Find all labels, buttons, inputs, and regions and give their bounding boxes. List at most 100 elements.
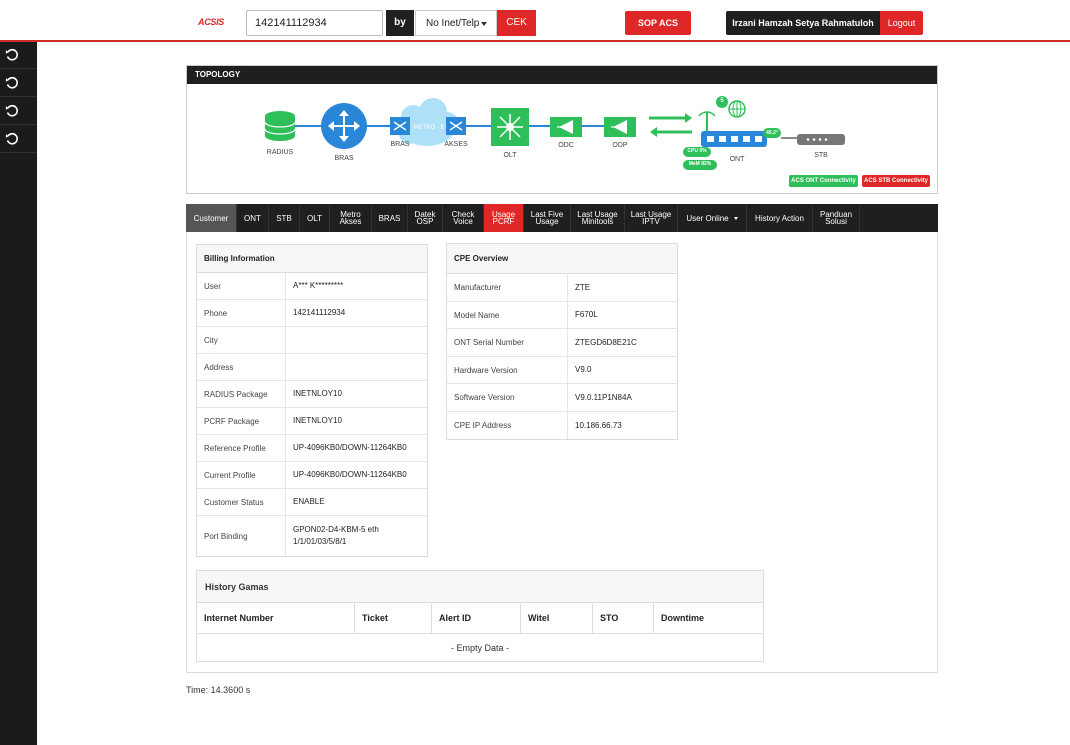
tab-user-online[interactable]: User Online <box>678 204 747 232</box>
stb-icon[interactable] <box>797 134 845 145</box>
tab-olt[interactable]: OLT <box>300 204 330 232</box>
ont-memory: MeM 82% <box>688 161 712 167</box>
node-label-akses: AKSES <box>444 141 468 148</box>
tab-label: User Online <box>686 213 729 223</box>
node-label-radius: RADIUS <box>266 149 294 156</box>
left-sidebar <box>0 42 37 745</box>
row-value <box>286 354 293 380</box>
refresh-icon <box>5 48 18 61</box>
node-label-olt: OLT <box>503 152 517 159</box>
topology-panel: TOPOLOGY RADIUS BRAS BRAS METRO - E AKSE… <box>186 65 938 194</box>
tab-bras[interactable]: BRAS <box>372 204 408 232</box>
search-type-value: No Inet/Telp <box>426 18 480 29</box>
row-key: CPE IP Address <box>447 412 568 439</box>
row-value: GPON02-D4-KBM-5 eth 1/1/01/03/5/8/1 <box>293 525 379 546</box>
row-key: Hardware Version <box>447 357 568 383</box>
row-key: Customer Status <box>197 489 286 515</box>
refresh-button-1[interactable] <box>0 42 37 69</box>
row-value: A*** K********* <box>293 281 344 290</box>
table-row: Address <box>197 354 427 381</box>
bras-switch-icon[interactable] <box>390 117 410 135</box>
history-header-row: Internet Number Ticket Alert ID Witel ST… <box>197 603 763 634</box>
tab-customer[interactable]: Customer <box>186 204 237 232</box>
tab-panduan-solusi[interactable]: Panduan Solusi <box>813 204 860 232</box>
table-row: Model Name F670L <box>447 302 677 329</box>
tab-label-line2: Solusi <box>825 217 847 226</box>
row-key: User <box>197 273 286 299</box>
cpe-overview-table: CPE Overview Manufacturer ZTE Model Name F… <box>446 243 678 440</box>
app-logo[interactable]: ACSIS <box>198 17 224 27</box>
billing-information-table: Billing Information User A*** K********* … <box>196 244 428 557</box>
node-label-bras: BRAS <box>334 155 354 162</box>
history-gamas-table: History Gamas Internet Number Ticket Ale… <box>196 570 764 662</box>
tab-metro-akses[interactable]: Metro Akses <box>330 204 372 232</box>
top-header: ACSIS by No Inet/Telp CEK SOP ACS Irzani… <box>0 0 1070 42</box>
odp-icon[interactable] <box>604 117 636 137</box>
tab-ont[interactable]: ONT <box>237 204 269 232</box>
tab-bar: Customer ONT STB OLT Metro Akses BRAS Dat… <box>186 204 938 232</box>
acs-stb-connectivity-badge[interactable]: ACS STB Connectivity <box>862 175 930 187</box>
logout-button[interactable]: Logout <box>880 11 923 35</box>
row-value: INETNLOY10 <box>293 389 342 398</box>
table-row: User A*** K********* <box>197 273 427 300</box>
refresh-button-3[interactable] <box>0 98 37 125</box>
table-row: RADIUS Package INETNLOY10 <box>197 381 427 408</box>
row-value <box>286 327 293 353</box>
akses-switch-icon[interactable] <box>446 117 466 135</box>
sop-acs-button[interactable]: SOP ACS <box>625 11 691 35</box>
radius-icon[interactable] <box>264 111 296 141</box>
row-key: Software Version <box>447 384 568 411</box>
table-row: Customer Status ENABLE <box>197 489 427 516</box>
column-header[interactable]: Downtime <box>654 603 763 634</box>
tab-datek-osp[interactable]: Datek OSP <box>408 204 443 232</box>
column-header[interactable]: Internet Number <box>197 603 355 634</box>
search-input[interactable] <box>246 10 383 36</box>
row-key: Reference Profile <box>197 435 286 461</box>
cek-button[interactable]: CEK <box>497 10 536 36</box>
refresh-icon <box>5 132 18 145</box>
bras-router-icon[interactable] <box>321 103 367 149</box>
tab-usage-pcrf[interactable]: Usage PCRF <box>484 204 524 232</box>
refresh-icon <box>5 76 18 89</box>
ont-cpu: CPU 9% <box>687 148 707 154</box>
ont-temperature: 45.2° <box>766 130 778 136</box>
refresh-button-4[interactable] <box>0 126 37 153</box>
column-header[interactable]: Alert ID <box>432 603 521 634</box>
column-header[interactable]: STO <box>593 603 654 634</box>
search-type-select[interactable]: No Inet/Telp <box>415 10 497 36</box>
table-row: ONT Serial Number ZTEGD6D8E21C <box>447 329 677 357</box>
sync-arrows-icon <box>649 113 692 137</box>
row-key: Current Profile <box>197 462 286 488</box>
tab-stb[interactable]: STB <box>269 204 300 232</box>
table-row: Manufacturer ZTE <box>447 274 677 302</box>
row-key: City <box>197 327 286 353</box>
refresh-icon <box>5 104 18 117</box>
tab-label-line2: IPTV <box>642 217 660 226</box>
tab-check-voice[interactable]: Check Voice <box>443 204 484 232</box>
row-key: Address <box>197 354 286 380</box>
by-label: by <box>386 10 414 36</box>
row-value: F670L <box>575 310 598 319</box>
tab-last-five-usage[interactable]: Last Five Usage <box>524 204 571 232</box>
tab-last-usage-minitools[interactable]: Last Usage Minitools <box>571 204 625 232</box>
node-label-stb: STB <box>814 152 828 159</box>
tab-last-usage-iptv[interactable]: Last Usage IPTV <box>625 204 678 232</box>
chevron-down-icon <box>733 216 738 220</box>
table-row: Port Binding GPON02-D4-KBM-5 eth 1/1/01/0… <box>197 516 427 556</box>
table-row: CPE IP Address 10.186.66.73 <box>447 412 677 439</box>
olt-icon[interactable] <box>491 108 529 146</box>
tab-label-line2: PCRF <box>492 217 515 226</box>
column-header[interactable]: Ticket <box>355 603 432 634</box>
refresh-button-2[interactable] <box>0 70 37 97</box>
table-row: PCRF Package INETNLOY10 <box>197 408 427 435</box>
odc-icon[interactable] <box>550 117 582 137</box>
tab-history-action[interactable]: History Action <box>747 204 813 232</box>
history-title: History Gamas <box>197 571 763 603</box>
acs-ont-connectivity-badge[interactable]: ACS ONT Connectivity <box>789 175 858 187</box>
chevron-down-icon <box>481 22 487 26</box>
column-header[interactable]: Witel <box>521 603 593 634</box>
table-row: City <box>197 327 427 354</box>
row-value: 10.186.66.73 <box>575 420 622 430</box>
ont-device-count: 5 <box>720 98 724 104</box>
row-value: V9.0.11P1N84A <box>575 392 632 402</box>
